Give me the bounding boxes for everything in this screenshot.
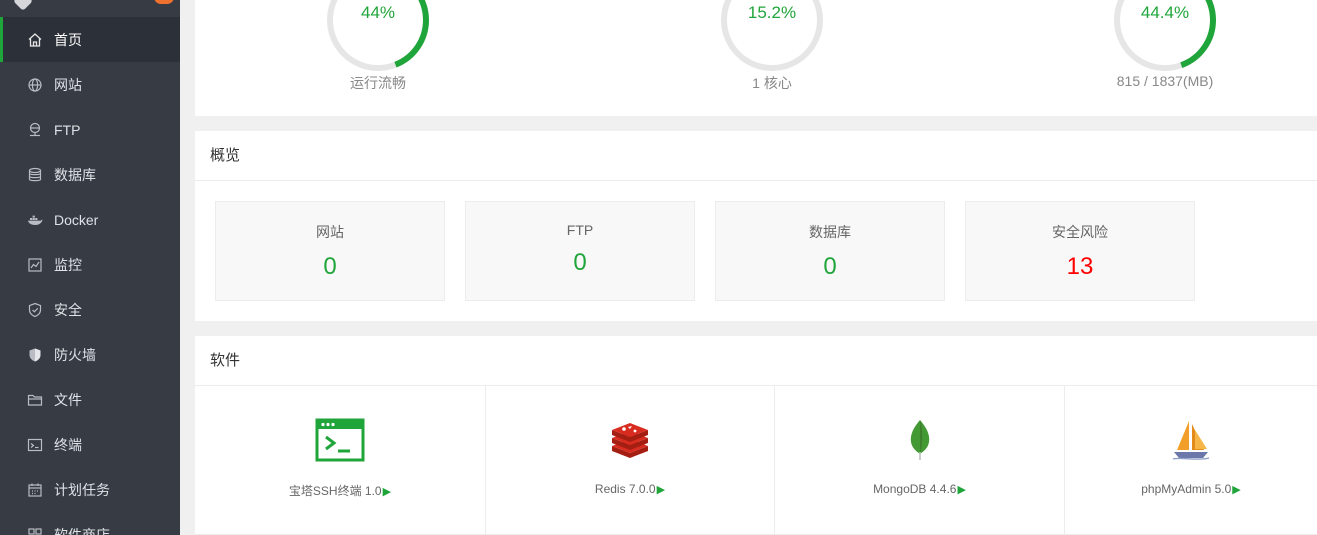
- sidebar-item-firewall[interactable]: 防火墙: [0, 332, 180, 377]
- overview-card-ftp[interactable]: FTP 0: [465, 201, 695, 301]
- sidebar-item-label: 数据库: [54, 166, 96, 183]
- shield-icon: [27, 302, 43, 318]
- overview-title: 概览: [195, 131, 1317, 181]
- software-name: phpMyAdmin 5.0▶: [1141, 482, 1241, 496]
- load-percent: 44%: [360, 3, 396, 22]
- sidebar: 首页 网站 FTP 数据库 Docker 监控 安全 防火墙 文件 终端 计划任…: [0, 0, 180, 535]
- software-item-redis[interactable]: Redis 7.0.0▶: [486, 386, 775, 535]
- sidebar-header: [0, 0, 180, 17]
- sidebar-item-security[interactable]: 安全: [0, 287, 180, 332]
- card-label: 安全风险: [1052, 224, 1108, 240]
- sidebar-item-label: 监控: [54, 256, 82, 273]
- software-item-phpmyadmin[interactable]: phpMyAdmin 5.0▶: [1065, 386, 1317, 535]
- card-label: 网站: [316, 224, 344, 240]
- sidebar-nav: 首页 网站 FTP 数据库 Docker 监控 安全 防火墙 文件 终端 计划任…: [0, 17, 180, 535]
- software-name: MongoDB 4.4.6▶: [873, 482, 966, 496]
- sidebar-item-label: 终端: [54, 436, 82, 453]
- monitor-icon: [27, 257, 43, 273]
- card-value[interactable]: 0: [466, 249, 694, 277]
- software-name: 宝塔SSH终端 1.0▶: [288, 484, 392, 498]
- globe-icon: [27, 77, 43, 93]
- play-icon: ▶: [957, 484, 966, 496]
- software-item-ssh-terminal[interactable]: 宝塔SSH终端 1.0▶: [195, 386, 486, 535]
- software-name: Redis 7.0.0▶: [594, 482, 666, 496]
- software-panel: 软件 宝塔SSH终端 1.0▶ Redis 7.0.0▶ MongoDB 4.4…: [195, 336, 1317, 535]
- play-icon: ▶: [382, 486, 392, 498]
- play-icon: ▶: [656, 484, 666, 496]
- terminal-icon: [27, 437, 43, 453]
- sidebar-item-monitor[interactable]: 监控: [0, 242, 180, 287]
- cpu-percent: 15.2%: [747, 3, 797, 22]
- store-icon: [27, 527, 43, 535]
- notification-badge[interactable]: [154, 0, 174, 4]
- software-grid: 宝塔SSH终端 1.0▶ Redis 7.0.0▶ MongoDB 4.4.6▶…: [195, 386, 1317, 535]
- redis-icon: [605, 418, 655, 462]
- mongodb-leaf-icon: [895, 418, 945, 462]
- sidebar-item-label: 软件商店: [54, 526, 110, 535]
- folder-icon: [27, 392, 43, 408]
- card-value[interactable]: 0: [716, 253, 944, 281]
- software-title: 软件: [195, 336, 1317, 386]
- sidebar-item-label: 防火墙: [54, 346, 96, 363]
- sidebar-item-cron[interactable]: 计划任务: [0, 467, 180, 512]
- software-item-mongodb[interactable]: MongoDB 4.4.6▶: [775, 386, 1065, 535]
- overview-card-database[interactable]: 数据库 0: [715, 201, 945, 301]
- load-status-text: 运行流畅: [350, 75, 406, 91]
- sidebar-item-label: Docker: [54, 211, 99, 228]
- card-label: 数据库: [809, 224, 851, 240]
- main-content: 44% 运行流畅 15.2% 1 核心 44.4% 815 / 1837(MB)…: [195, 0, 1317, 535]
- sidebar-item-label: 计划任务: [54, 481, 110, 498]
- overview-card-website[interactable]: 网站 0: [215, 201, 445, 301]
- sidebar-item-database[interactable]: 数据库: [0, 152, 180, 197]
- sidebar-item-store[interactable]: 软件商店: [0, 512, 180, 535]
- sidebar-item-files[interactable]: 文件: [0, 377, 180, 422]
- card-value[interactable]: 0: [216, 253, 444, 281]
- cpu-cores-text: 1 核心: [752, 75, 792, 91]
- overview-panel: 概览 网站 0 FTP 0 数据库 0 安全风险 13: [195, 131, 1317, 321]
- overview-card-security-risk[interactable]: 安全风险 13: [965, 201, 1195, 301]
- home-icon: [27, 32, 43, 48]
- terminal-app-icon: [315, 418, 365, 462]
- docker-icon: [27, 212, 43, 228]
- ftp-icon: [27, 122, 43, 138]
- memory-usage-text: 815 / 1837(MB): [1116, 73, 1214, 89]
- sidebar-item-label: 安全: [54, 301, 82, 318]
- sidebar-item-label: 网站: [54, 76, 82, 93]
- sidebar-item-terminal[interactable]: 终端: [0, 422, 180, 467]
- sidebar-item-label: 文件: [54, 391, 82, 408]
- sidebar-item-home[interactable]: 首页: [0, 17, 180, 62]
- play-icon: ▶: [1232, 484, 1241, 496]
- phpmyadmin-sailboat-icon: [1166, 418, 1216, 462]
- firewall-icon: [27, 347, 43, 363]
- database-icon: [27, 167, 43, 183]
- memory-percent: 44.4%: [1140, 3, 1190, 22]
- sidebar-item-docker[interactable]: Docker: [0, 197, 180, 242]
- sidebar-item-label: FTP: [54, 121, 81, 138]
- sidebar-item-website[interactable]: 网站: [0, 62, 180, 107]
- sidebar-item-ftp[interactable]: FTP: [0, 107, 180, 152]
- card-label: FTP: [566, 222, 594, 238]
- calendar-icon: [27, 482, 43, 498]
- status-panel: 44% 运行流畅 15.2% 1 核心 44.4% 815 / 1837(MB): [195, 0, 1317, 116]
- card-value[interactable]: 13: [966, 253, 1194, 281]
- sidebar-item-label: 首页: [54, 31, 82, 48]
- logo: [13, 0, 33, 11]
